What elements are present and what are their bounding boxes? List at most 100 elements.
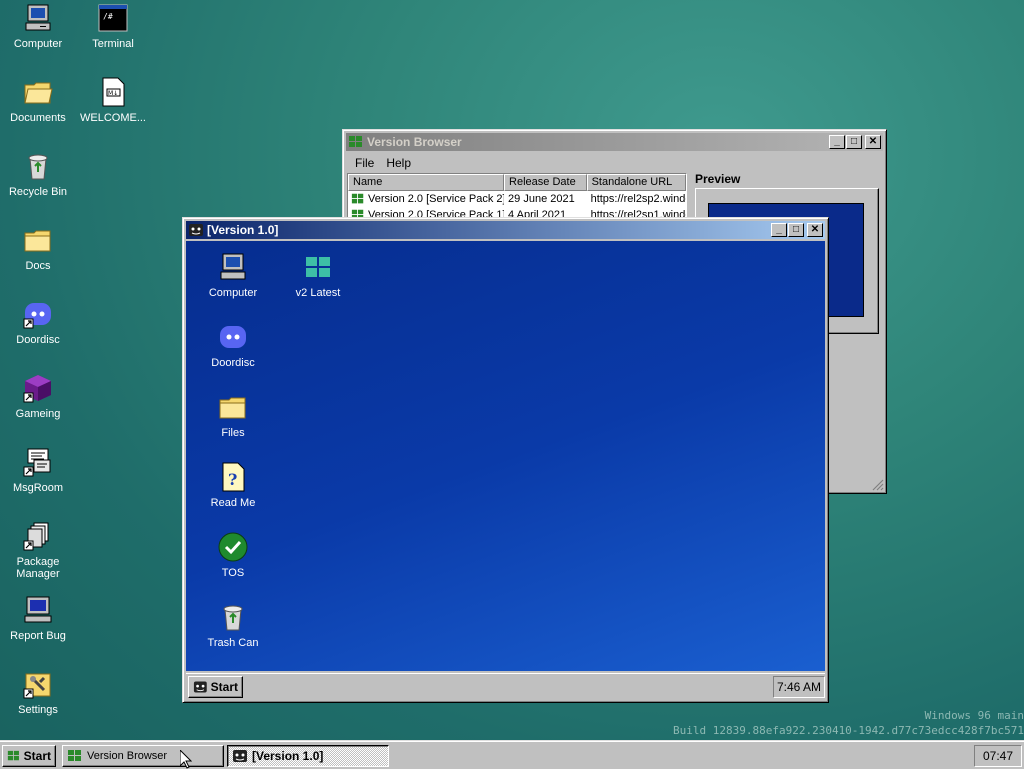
desktop-icon-welcome[interactable]: M↓ WELCOME... [75,76,151,124]
windows96-logo-icon [193,681,207,693]
menu-help[interactable]: Help [380,154,417,172]
terminal-icon: /# [98,4,128,32]
desktop-icon-package-manager[interactable]: Package Manager [0,520,76,580]
start-label: Start [210,680,238,694]
resize-grip-icon[interactable] [872,479,884,491]
svg-text:?: ? [228,470,237,489]
system-clock: 07:47 [974,745,1022,767]
folder-icon [24,82,53,104]
desktop-icon-label: Docs [25,260,51,272]
window-title: [Version 1.0] [207,223,279,237]
version-1-titlebar[interactable]: [Version 1.0] _ □ ✕ [186,221,825,239]
menu-file[interactable]: File [349,154,380,172]
inner-start-button[interactable]: Start [188,676,243,698]
svg-text:/#: /# [103,12,113,21]
desktop-icon-label: Computer [13,38,63,50]
windows-logo-icon [306,257,330,277]
desktop-icon-label: Doordisc [16,334,60,346]
taskbar-button-version-1[interactable]: [Version 1.0] [227,745,389,767]
computer-icon [25,4,51,31]
start-button[interactable]: Start [2,745,56,767]
column-header-name[interactable]: Name [348,174,505,191]
inner-icon-label: TOS [221,567,245,579]
recycle-bin-icon [223,605,243,631]
version-browser-titlebar[interactable]: Version Browser _ □ ✕ [346,133,883,151]
desktop-icon-docs[interactable]: Docs [0,224,76,272]
minimize-button[interactable]: _ [829,135,845,149]
cube-icon [23,375,51,403]
help-document-icon: ? [222,462,245,492]
desktop-icon-gameing[interactable]: Gameing [0,372,76,420]
desktop-icon-documents[interactable]: Documents [0,76,76,124]
desktop-icon-doordisc[interactable]: Doordisc [0,298,76,346]
desktop-icon-label: Package Manager [16,556,60,580]
inner-icon-label: Computer [208,287,258,299]
close-button[interactable]: ✕ [807,223,823,237]
inner-clock: 7:46 AM [773,676,825,698]
discord-icon [220,326,246,348]
mouse-cursor-icon [180,750,192,769]
inner-icon-files[interactable]: Files [193,391,273,439]
folder-icon [24,230,51,252]
inner-icon-label: Trash Can [207,637,259,649]
desktop-icon-label: Documents [10,112,66,124]
discord-icon [23,303,51,329]
windows-logo-icon [351,193,364,204]
inner-icon-label: Doordisc [211,357,255,369]
version-name: Version 2.0 [Service Pack 2] [368,193,505,205]
taskbar-button-label: [Version 1.0] [252,749,324,763]
desktop-icon-label: Terminal [92,38,134,50]
version-watermark-line2: Build 12839.88efa922.230410-1942.d77c73e… [673,724,1024,737]
desktop-icon-recycle-bin[interactable]: Recycle Bin [0,150,76,198]
list-item[interactable]: Version 2.0 [Service Pack 2] 29 June 202… [348,191,686,207]
windows-logo-icon [68,750,81,761]
inner-icon-label: Read Me [210,497,256,509]
close-button[interactable]: ✕ [865,135,881,149]
maximize-button[interactable]: □ [846,135,862,149]
desktop-icon-label: WELCOME... [79,112,146,124]
msgroom-icon [23,448,51,477]
inner-icon-read-me[interactable]: ? Read Me [193,461,273,509]
inner-icon-computer[interactable]: Computer [193,251,273,299]
windows96-logo-icon [233,750,247,762]
column-header-release-date[interactable]: Release Date [504,174,587,191]
desktop-icon-msgroom[interactable]: MsgRoom [0,446,76,494]
desktop-icon-report-bug[interactable]: Report Bug [0,594,76,642]
desktop-icon-label: Settings [18,704,58,716]
computer-icon [220,253,246,280]
minimize-button[interactable]: _ [771,223,787,237]
settings-icon [23,673,51,699]
version-watermark-line1: Windows 96 main [924,709,1024,722]
column-header-url[interactable]: Standalone URL [586,174,686,191]
desktop-icon-computer[interactable]: Computer [0,2,76,50]
inner-icon-tos[interactable]: TOS [193,531,273,579]
taskbar-button-version-browser[interactable]: Version Browser [62,745,224,767]
svg-text:M↓: M↓ [108,90,118,97]
version-1-window: [Version 1.0] _ □ ✕ Computer v2 Latest D… [182,217,829,703]
desktop-icon-label: MsgRoom [12,482,64,494]
desktop-icon-terminal[interactable]: /# Terminal [75,2,151,50]
check-icon [218,532,248,562]
release-date: 29 June 2021 [508,193,575,205]
windows96-logo-icon [189,224,203,236]
desktop-icon-label: Report Bug [10,630,66,642]
emulated-desktop: Computer v2 Latest Doordisc Files ? Read… [186,241,825,671]
desktop-icon-settings[interactable]: Settings [0,668,76,716]
standalone-url: https://rel2sp2.windows96.net [590,193,686,205]
inner-icon-doordisc[interactable]: Doordisc [193,321,273,369]
list-header: Name Release Date Standalone URL [348,174,686,191]
inner-icon-trash-can[interactable]: Trash Can [193,601,273,649]
taskbar-button-label: Version Browser [87,750,168,762]
windows-logo-icon [7,750,19,761]
computer-bug-icon [24,596,52,623]
preview-label: Preview [695,172,741,186]
inner-icon-v2-latest[interactable]: v2 Latest [278,251,358,299]
maximize-button[interactable]: □ [788,223,804,237]
folder-icon [219,397,246,419]
start-label: Start [23,749,51,763]
window-title: Version Browser [367,135,462,149]
inner-icon-label: Files [221,427,245,439]
package-icon [23,522,49,551]
emulated-taskbar: Start 7:46 AM [186,673,825,701]
desktop-icon-label: Recycle Bin [8,186,68,198]
